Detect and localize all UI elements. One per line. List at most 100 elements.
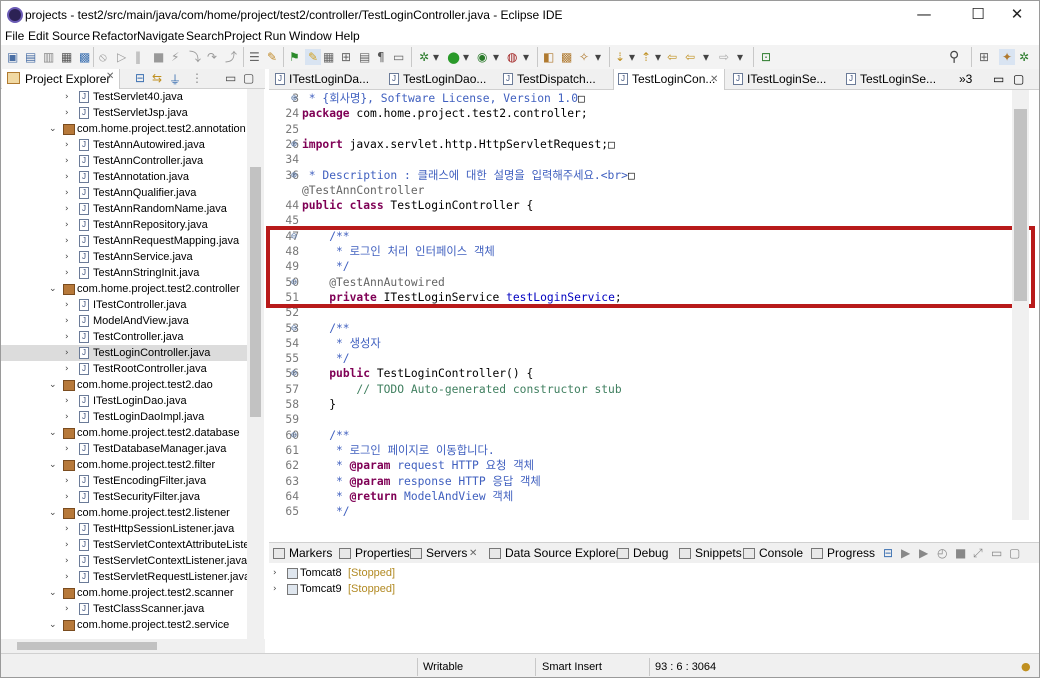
menu-source[interactable]: Source (52, 29, 90, 43)
package-row[interactable]: ⌄ com.home.project.test2.annotation (1, 121, 247, 137)
fold-toggle-icon[interactable]: ⊕ (291, 137, 297, 152)
debug-dropdown-icon[interactable]: ▾ (433, 49, 439, 65)
file-row[interactable]: › J TestHttpSessionListener.java (1, 521, 247, 537)
build-icon[interactable]: ▩ (79, 49, 90, 65)
block-selection-icon[interactable]: ▦ (323, 49, 334, 65)
file-row[interactable]: › J TestLoginController.java (1, 345, 247, 361)
collapse-arrow-icon[interactable]: › (65, 185, 75, 201)
collapse-arrow-icon[interactable]: › (65, 265, 75, 281)
collapse-arrow-icon[interactable]: › (65, 345, 75, 361)
menu-help[interactable]: Help (335, 29, 360, 43)
run-icon[interactable]: ● (447, 49, 460, 65)
explorer-scrollbar-thumb[interactable] (250, 167, 261, 417)
step-into-icon[interactable]: ⤵ (189, 49, 201, 65)
suspend-icon[interactable]: ‖ (135, 49, 141, 65)
collapse-arrow-icon[interactable]: › (65, 249, 75, 265)
file-row[interactable]: › J TestLoginDaoImpl.java (1, 409, 247, 425)
expand-arrow-icon[interactable]: ⌄ (49, 281, 59, 297)
explorer-horizontal-scrollbar[interactable] (1, 639, 265, 653)
file-row[interactable]: › J TestAnnAutowired.java (1, 137, 247, 153)
explorer-scrollbar[interactable] (247, 89, 264, 639)
task-dropdown-icon[interactable]: ▾ (595, 49, 601, 65)
back-dropdown-icon[interactable]: ▾ (703, 49, 709, 65)
start-server-icon[interactable]: ▶ (919, 543, 928, 564)
minimize-editor-icon[interactable]: ▭ (993, 69, 1004, 90)
file-row[interactable]: › J TestAnnQualifier.java (1, 185, 247, 201)
collapse-arrow-icon[interactable]: › (65, 569, 75, 585)
profile-server-icon[interactable]: ◴ (937, 543, 947, 564)
save-all-icon[interactable]: ▥ (43, 49, 54, 65)
editor-tab[interactable]: J TestLoginDao... (385, 69, 497, 90)
minimize-button[interactable]: — (901, 1, 947, 29)
file-row[interactable]: › J TestAnnotation.java (1, 169, 247, 185)
back-icon[interactable]: ⇦ (685, 49, 695, 65)
skip-breakpoints-icon[interactable]: ⦸ (99, 49, 107, 65)
file-row[interactable]: › J TestRootController.java (1, 361, 247, 377)
collapse-arrow-icon[interactable]: › (65, 89, 75, 105)
last-edit-icon[interactable]: ⇦ (667, 49, 677, 65)
collapse-arrow-icon[interactable]: › (65, 201, 75, 217)
editor-tab[interactable]: J TestLoginCon... ✕ (613, 69, 725, 90)
file-row[interactable]: › J TestAnnRequestMapping.java (1, 233, 247, 249)
file-row[interactable]: › J TestServlet40.java (1, 89, 247, 105)
expand-arrow-icon[interactable]: ⌄ (49, 505, 59, 521)
coverage-dropdown-icon[interactable]: ▾ (493, 49, 499, 65)
next-annotation-dropdown-icon[interactable]: ▾ (629, 49, 635, 65)
maximize-editor-icon[interactable]: ▢ (1013, 69, 1024, 90)
show-whitespace-icon[interactable]: ⊞ (341, 49, 351, 65)
debug-icon[interactable]: ✲ (419, 49, 429, 65)
project-explorer-tab[interactable]: Project Explorer ✕ (2, 69, 120, 89)
editor-tab[interactable]: J ITestLoginSe... (729, 69, 841, 90)
collapse-arrow-icon[interactable]: › (65, 329, 75, 345)
fold-toggle-icon[interactable]: ⊖ (291, 321, 297, 336)
collapse-arrow-icon[interactable]: › (65, 473, 75, 489)
explorer-hscroll-thumb[interactable] (17, 642, 157, 650)
collapse-all-icon[interactable]: ⊟ (135, 71, 145, 85)
package-row[interactable]: ⌄ com.home.project.test2.dao (1, 377, 247, 393)
file-row[interactable]: › J TestDatabaseManager.java (1, 441, 247, 457)
file-row[interactable]: › J TestAnnController.java (1, 153, 247, 169)
package-row[interactable]: ⌄ com.home.project.test2.scanner (1, 585, 247, 601)
collapse-arrow-icon[interactable]: › (65, 105, 75, 121)
package-row[interactable]: ⌄ com.home.project.test2.database (1, 425, 247, 441)
editor-tab[interactable]: J TestDispatch... (499, 69, 611, 90)
collapse-icon[interactable]: ⊟ (883, 543, 893, 564)
close-button[interactable]: ✕ (994, 1, 1039, 29)
fold-toggle-icon[interactable]: ⊕ (291, 91, 297, 106)
forward-icon[interactable]: ⇨ (719, 49, 729, 65)
resume-icon[interactable]: ▷ (117, 49, 126, 65)
word-wrap-icon[interactable]: ▤ (359, 49, 370, 65)
file-row[interactable]: › J TestServletRequestListener.java (1, 569, 247, 585)
filter-icon[interactable]: ⏚ (169, 71, 181, 88)
link-with-editor-icon[interactable]: ⇆ (152, 71, 162, 85)
file-row[interactable]: › J TestClassScanner.java (1, 601, 247, 617)
editor-tab[interactable]: J TestLoginSe... (842, 69, 954, 90)
minimize-view-icon[interactable]: ▭ (225, 71, 236, 85)
mark-icon[interactable]: ⚑ (289, 49, 300, 65)
fold-toggle-icon[interactable]: ⊖ (291, 428, 297, 443)
expand-arrow-icon[interactable]: › (273, 565, 277, 581)
collapse-arrow-icon[interactable]: › (65, 153, 75, 169)
package-row[interactable]: ⌄ com.home.project.test2.service (1, 617, 247, 633)
expand-arrow-icon[interactable]: ⌄ (49, 121, 59, 137)
package-row[interactable]: ⌄ com.home.project.test2.controller (1, 281, 247, 297)
close-servers-tab-icon[interactable]: ✕ (469, 543, 477, 564)
collapse-arrow-icon[interactable]: › (65, 537, 75, 553)
pin-editor-icon[interactable]: ⊡ (761, 49, 771, 65)
prev-annotation-dropdown-icon[interactable]: ▾ (655, 49, 661, 65)
menu-search[interactable]: Search (186, 29, 224, 43)
fold-toggle-icon[interactable]: ⊕ (291, 168, 297, 183)
file-row[interactable]: › J ModelAndView.java (1, 313, 247, 329)
file-row[interactable]: › J TestAnnRandomName.java (1, 201, 247, 217)
file-row[interactable]: › J ITestController.java (1, 297, 247, 313)
package-row[interactable]: ⌄ com.home.project.test2.listener (1, 505, 247, 521)
step-over-icon[interactable]: ↷ (207, 49, 217, 65)
collapse-arrow-icon[interactable]: › (65, 217, 75, 233)
package-row[interactable]: ⌄ com.home.project.test2.filter (1, 457, 247, 473)
file-row[interactable]: › J TestEncodingFilter.java (1, 473, 247, 489)
terminate-icon[interactable]: ■ (153, 49, 164, 65)
editor-tab[interactable]: J ITestLoginDa... (271, 69, 383, 90)
expand-arrow-icon[interactable]: › (273, 581, 277, 597)
open-perspective-icon[interactable]: ⊞ (979, 49, 989, 65)
file-row[interactable]: › J TestServletContextAttributeListe (1, 537, 247, 553)
